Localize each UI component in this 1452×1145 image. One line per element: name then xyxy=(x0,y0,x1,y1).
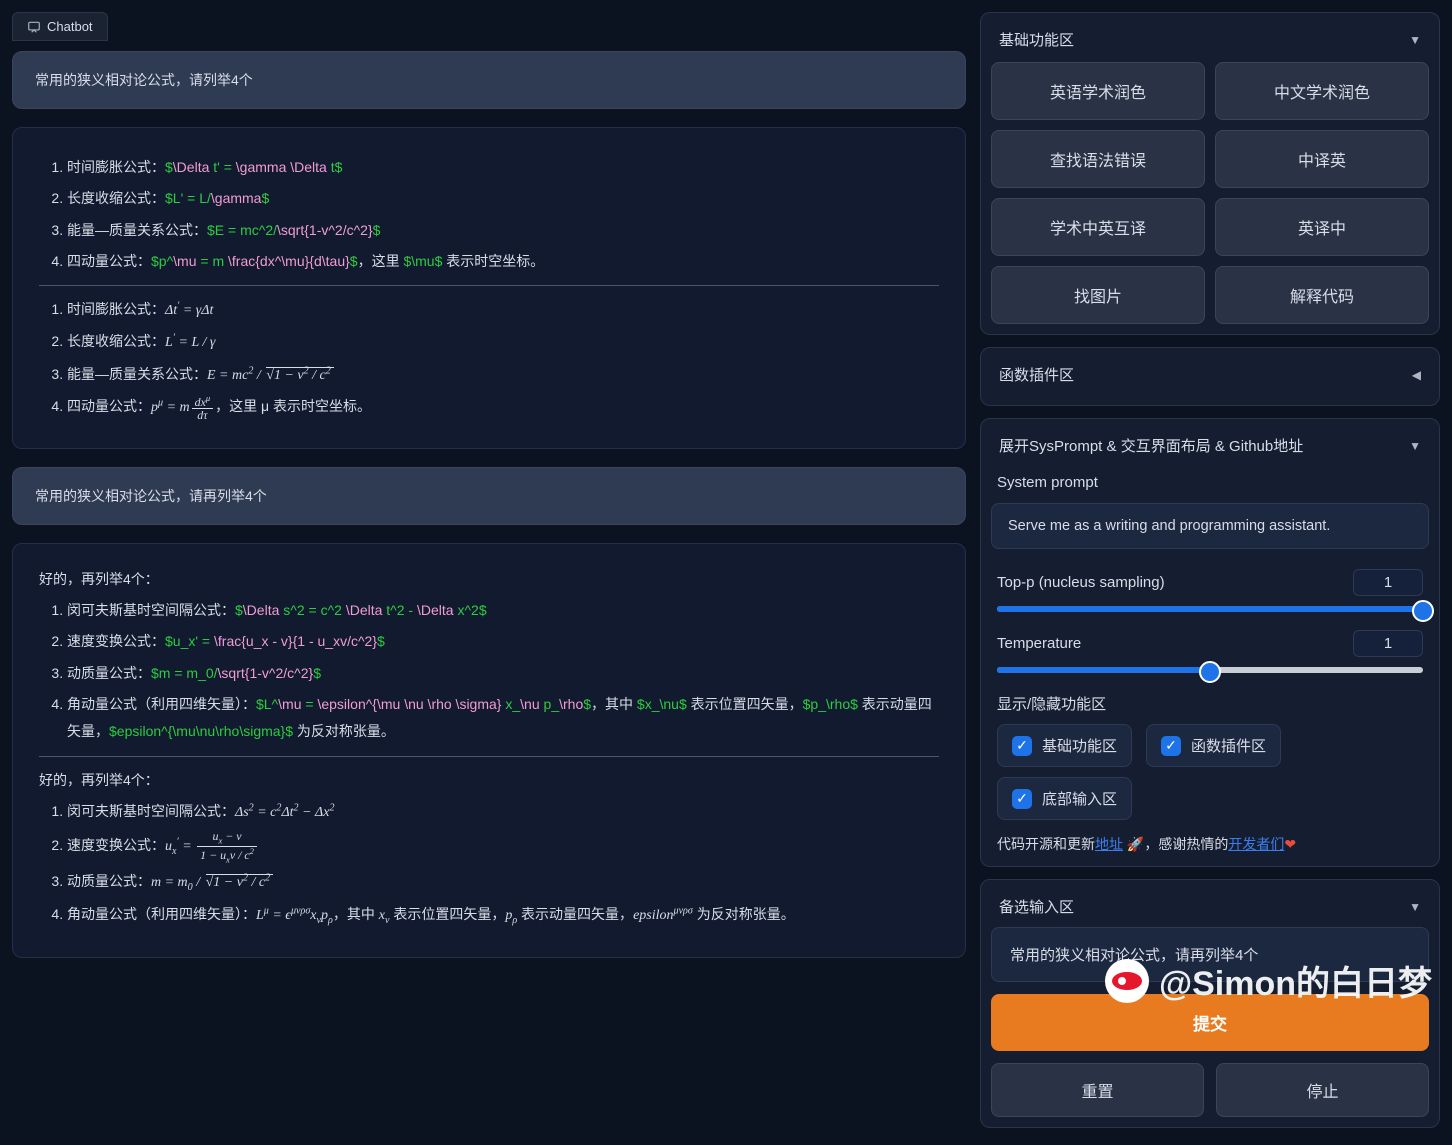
rendered-list: 闵可夫斯基时空间隔公式：Δs2 = c2Δt2 − Δx2 速度变换公式：ux′… xyxy=(39,798,939,931)
checkbox-basic[interactable]: ✓基础功能区 xyxy=(997,724,1132,767)
user-message: 常用的狭义相对论公式，请列举4个 xyxy=(12,51,966,109)
system-prompt-label: System prompt xyxy=(991,466,1429,499)
toggle-section-label: 显示/隐藏功能区 xyxy=(991,687,1429,724)
check-icon: ✓ xyxy=(1012,736,1032,756)
stop-button[interactable]: 停止 xyxy=(1216,1063,1429,1117)
temperature-slider[interactable]: Temperature1 xyxy=(991,626,1429,687)
reset-button[interactable]: 重置 xyxy=(991,1063,1204,1117)
btn-chinese-polish[interactable]: 中文学术润色 xyxy=(1215,62,1429,120)
assistant-message: 好的，再列举4个： 闵可夫斯基时空间隔公式：$\Delta s^2 = c^2 … xyxy=(12,543,966,958)
btn-grammar-check[interactable]: 查找语法错误 xyxy=(991,130,1205,188)
sysprompt-panel: 展开SysPrompt & 交互界面布局 & Github地址 ▼ System… xyxy=(980,418,1440,867)
checkbox-plugins[interactable]: ✓函数插件区 xyxy=(1146,724,1281,767)
basic-panel: 基础功能区 ▼ 英语学术润色 中文学术润色 查找语法错误 中译英 学术中英互译 … xyxy=(980,12,1440,335)
btn-en-to-zh[interactable]: 英译中 xyxy=(1215,198,1429,256)
chevron-left-icon[interactable]: ◀ xyxy=(1412,368,1421,382)
btn-academic-translate[interactable]: 学术中英互译 xyxy=(991,198,1205,256)
top-p-value[interactable]: 1 xyxy=(1353,569,1423,596)
panel-title: 展开SysPrompt & 交互界面布局 & Github地址 xyxy=(999,435,1303,456)
chat-icon xyxy=(27,20,41,34)
chat-area: 常用的狭义相对论公式，请列举4个 时间膨胀公式：$\Delta t' = \ga… xyxy=(12,51,966,1133)
source-link[interactable]: 地址 xyxy=(1095,836,1123,852)
chevron-down-icon[interactable]: ▼ xyxy=(1409,33,1421,47)
latex-raw-list: 闵可夫斯基时空间隔公式：$\Delta s^2 = c^2 \Delta t^2… xyxy=(39,597,939,745)
credit-line: 代码开源和更新地址 🚀，感谢热情的开发者们❤ xyxy=(991,830,1429,856)
btn-english-polish[interactable]: 英语学术润色 xyxy=(991,62,1205,120)
chevron-down-icon[interactable]: ▼ xyxy=(1409,439,1421,453)
check-icon: ✓ xyxy=(1161,736,1181,756)
tab-chatbot[interactable]: Chatbot xyxy=(12,12,108,41)
assistant-message: 时间膨胀公式：$\Delta t' = \gamma \Delta t$ 长度收… xyxy=(12,127,966,449)
latex-raw-list: 时间膨胀公式：$\Delta t' = \gamma \Delta t$ 长度收… xyxy=(39,154,939,275)
input-panel: 备选输入区 ▼ 常用的狭义相对论公式，请再列举4个 提交 重置 停止 xyxy=(980,879,1440,1128)
tab-bar: Chatbot xyxy=(12,12,966,41)
panel-title: 备选输入区 xyxy=(999,896,1074,917)
btn-zh-to-en[interactable]: 中译英 xyxy=(1215,130,1429,188)
alt-input[interactable]: 常用的狭义相对论公式，请再列举4个 xyxy=(991,927,1429,982)
checkbox-input[interactable]: ✓底部输入区 xyxy=(997,777,1132,820)
heart-icon: ❤ xyxy=(1284,836,1296,852)
top-p-slider[interactable]: Top-p (nucleus sampling)1 xyxy=(991,565,1429,626)
developers-link[interactable]: 开发者们 xyxy=(1228,836,1284,852)
panel-title: 基础功能区 xyxy=(999,29,1074,50)
temperature-value[interactable]: 1 xyxy=(1353,630,1423,657)
plugins-panel: 函数插件区 ◀ xyxy=(980,347,1440,406)
tab-label: Chatbot xyxy=(47,19,93,34)
btn-explain-code[interactable]: 解释代码 xyxy=(1215,266,1429,324)
system-prompt-input[interactable]: Serve me as a writing and programming as… xyxy=(991,503,1429,549)
check-icon: ✓ xyxy=(1012,789,1032,809)
btn-find-image[interactable]: 找图片 xyxy=(991,266,1205,324)
submit-button[interactable]: 提交 xyxy=(991,994,1429,1051)
panel-title: 函数插件区 xyxy=(999,364,1074,385)
chevron-down-icon[interactable]: ▼ xyxy=(1409,900,1421,914)
rendered-list: 时间膨胀公式：Δt′ = γΔt 长度收缩公式：L′ = L / γ 能量—质量… xyxy=(39,296,939,422)
user-message: 常用的狭义相对论公式，请再列举4个 xyxy=(12,467,966,525)
